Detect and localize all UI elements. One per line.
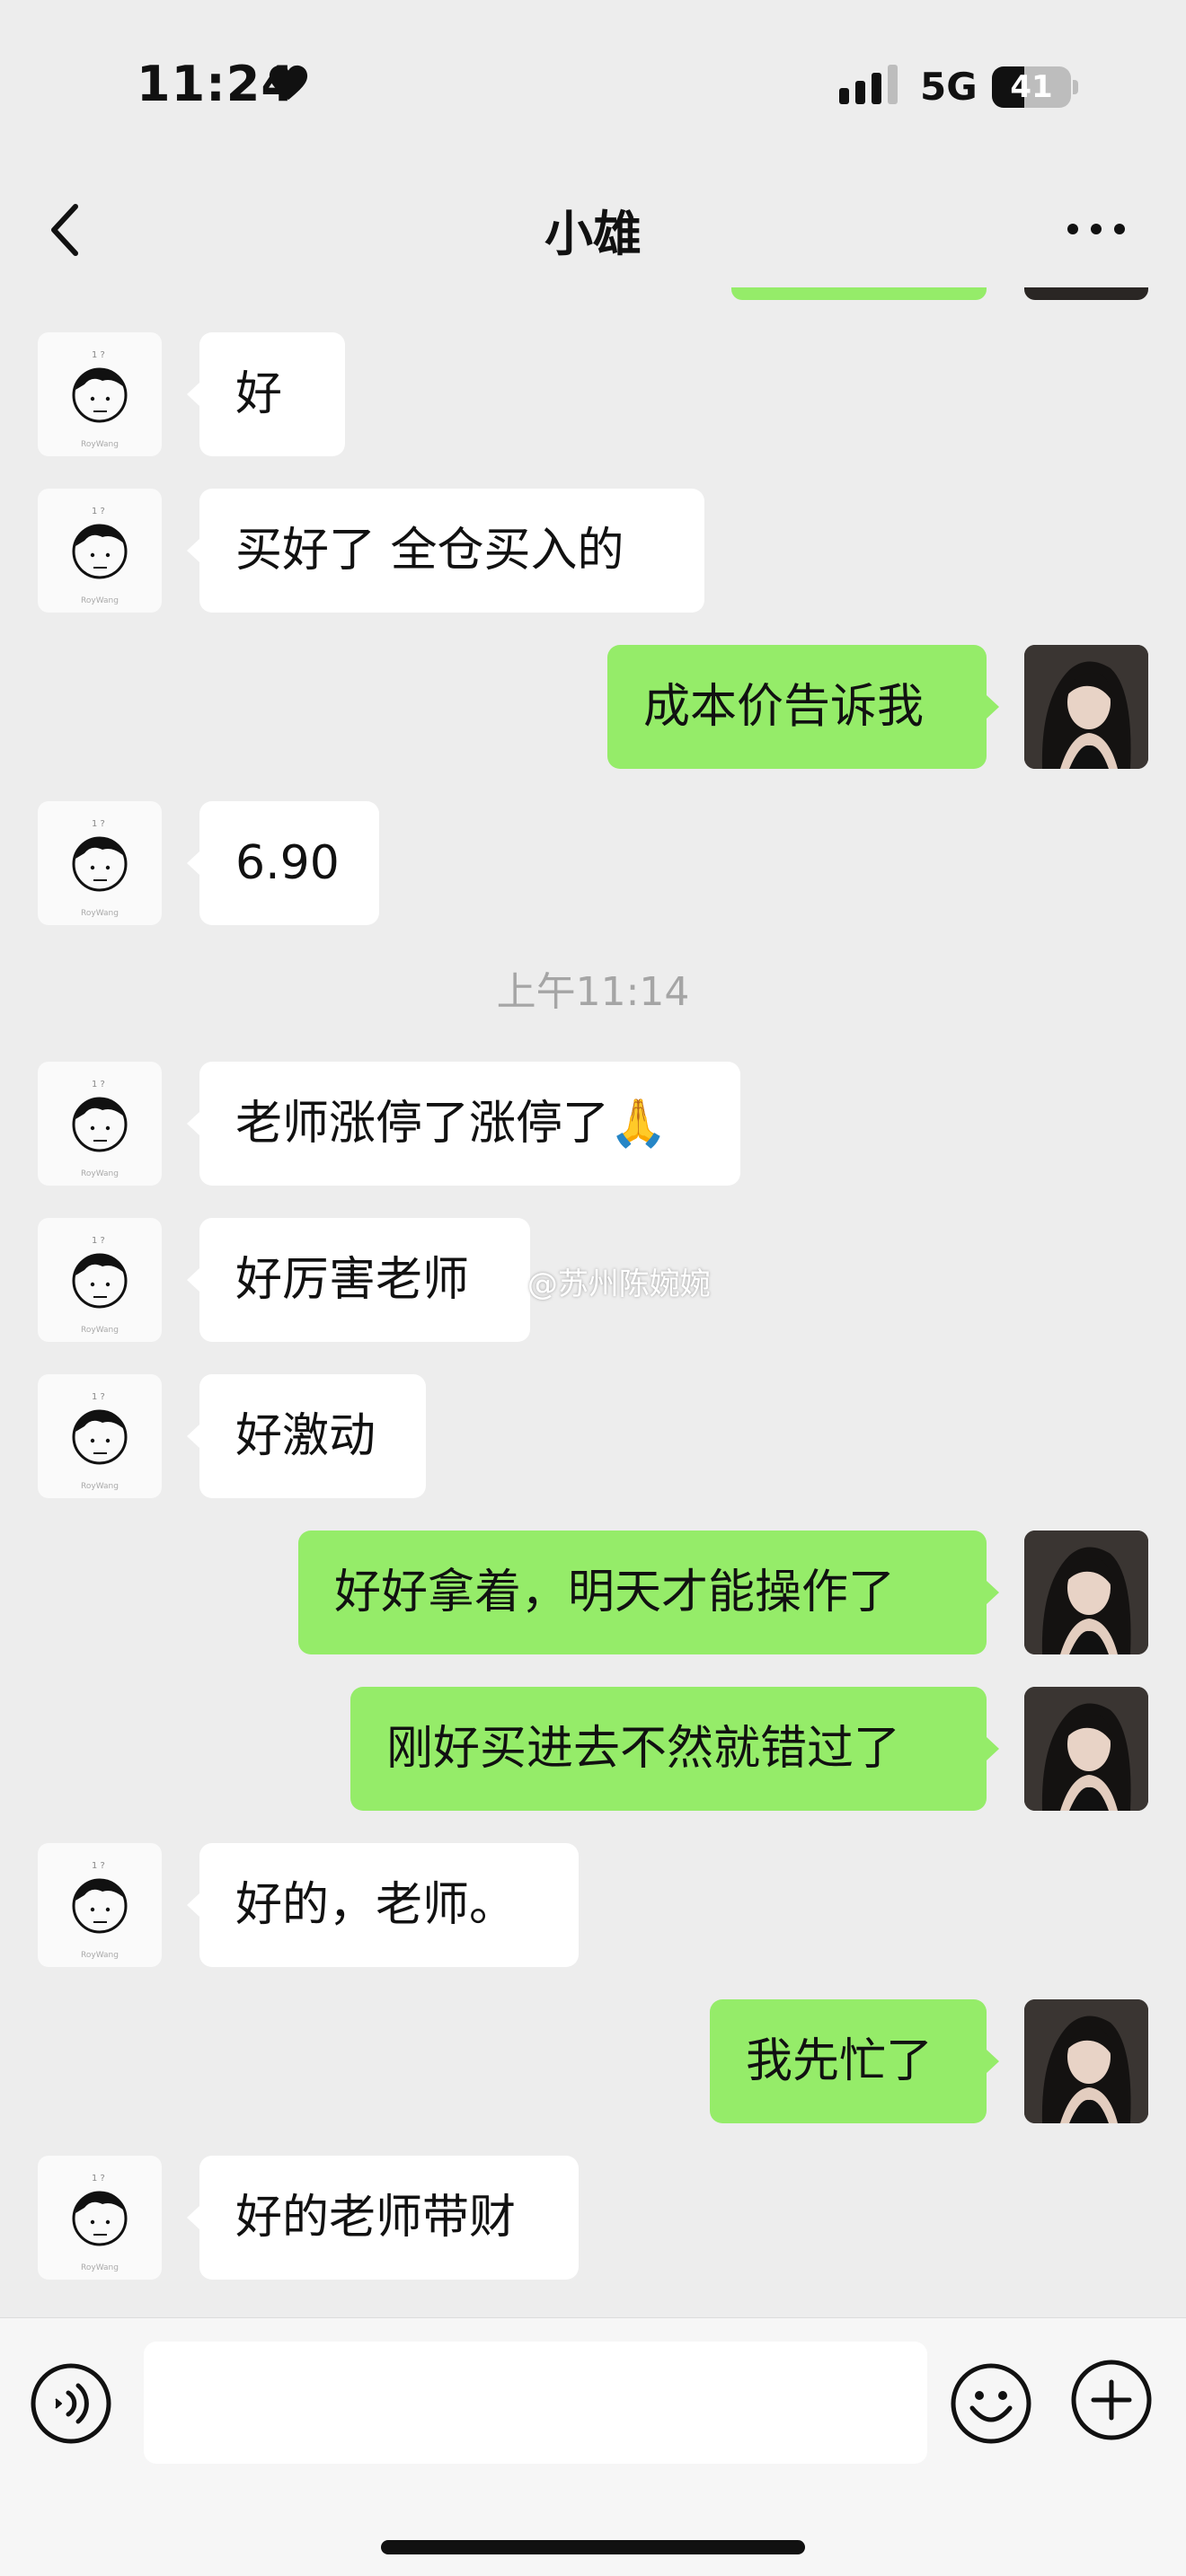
- user-avatar[interactable]: [1024, 645, 1148, 769]
- outgoing-message-row: 好好拿着，明天才能操作了: [0, 1531, 1186, 1654]
- outgoing-message-bubble[interactable]: 成本价告诉我: [607, 645, 999, 769]
- incoming-message-row: 1 ? RoyWang 好的，老师。: [0, 1843, 1186, 1967]
- heart-icon: [269, 65, 308, 101]
- message-timestamp: 上午11:14: [496, 969, 690, 1015]
- incoming-message-row: 1 ? RoyWang 好激动: [0, 1374, 1186, 1498]
- incoming-message-row: 1 ? RoyWang 6.90: [0, 801, 1186, 925]
- outgoing-message-row: 刚好买进去不然就错过了: [0, 1687, 1186, 1811]
- signal-icon: [839, 65, 898, 104]
- more-dots-icon[interactable]: [1060, 207, 1132, 251]
- contact-avatar[interactable]: 1 ? RoyWang: [38, 1218, 162, 1342]
- contact-avatar[interactable]: 1 ? RoyWang: [38, 1843, 162, 1967]
- svg-text:1 ?: 1 ?: [92, 507, 105, 516]
- incoming-message-bubble[interactable]: 老师涨停了涨停了🙏: [187, 1062, 740, 1186]
- svg-text:1 ?: 1 ?: [92, 1861, 105, 1871]
- contact-avatar[interactable]: 1 ? RoyWang: [38, 2156, 162, 2280]
- incoming-message-bubble[interactable]: 买好了 全仓买入的: [187, 489, 704, 613]
- input-bar: [0, 2317, 1186, 2576]
- outgoing-message-row: 成本价告诉我: [0, 645, 1186, 769]
- avatar-partial: [1024, 287, 1148, 300]
- outgoing-message-bubble[interactable]: 我先忙了: [710, 1999, 999, 2123]
- avatar-caption: RoyWang: [81, 1482, 119, 1491]
- incoming-message-bubble[interactable]: 6.90: [187, 801, 379, 925]
- contact-avatar[interactable]: 1 ? RoyWang: [38, 489, 162, 613]
- incoming-message-row: 1 ? RoyWang 好: [0, 332, 1186, 456]
- plus-icon[interactable]: [1069, 2358, 1154, 2442]
- incoming-message-bubble[interactable]: 好的老师带财: [187, 2156, 579, 2280]
- network-type: 5G: [920, 65, 978, 109]
- contact-avatar[interactable]: 1 ? RoyWang: [38, 1374, 162, 1498]
- incoming-message-row: 1 ? RoyWang 买好了 全仓买入的: [0, 489, 1186, 613]
- avatar-caption: RoyWang: [81, 2263, 119, 2272]
- weibo-icon: [474, 1266, 515, 1298]
- incoming-message-bubble[interactable]: 好激动: [187, 1374, 426, 1498]
- emoji-icon[interactable]: [949, 2361, 1033, 2446]
- battery-icon: 41: [992, 66, 1078, 108]
- watermark: @苏州陈婉婉: [473, 1259, 711, 1313]
- contact-avatar[interactable]: 1 ? RoyWang: [38, 1062, 162, 1186]
- incoming-message-bubble[interactable]: 好: [187, 332, 345, 456]
- avatar-caption: RoyWang: [81, 1326, 119, 1335]
- avatar-caption: RoyWang: [81, 596, 119, 605]
- user-avatar[interactable]: [1024, 1531, 1148, 1654]
- chat-title: 小雄: [544, 206, 642, 262]
- incoming-message-bubble[interactable]: 好的，老师。: [187, 1843, 579, 1967]
- svg-text:1 ?: 1 ?: [92, 1236, 105, 1246]
- user-avatar[interactable]: [1024, 1999, 1148, 2123]
- svg-text:1 ?: 1 ?: [92, 819, 105, 829]
- avatar-caption: RoyWang: [81, 909, 119, 918]
- outgoing-message-row: 我先忙了: [0, 1999, 1186, 2123]
- home-indicator[interactable]: [381, 2540, 805, 2554]
- incoming-message-row: 1 ? RoyWang 老师涨停了涨停了🙏: [0, 1062, 1186, 1186]
- contact-avatar[interactable]: 1 ? RoyWang: [38, 332, 162, 456]
- chat-header: 小雄: [0, 171, 1186, 287]
- status-bar: 11:24 5G 41: [0, 0, 1186, 171]
- outgoing-message-bubble[interactable]: 刚好买进去不然就错过了: [350, 1687, 999, 1811]
- contact-avatar[interactable]: 1 ? RoyWang: [38, 801, 162, 925]
- svg-text:1 ?: 1 ?: [92, 1080, 105, 1090]
- voice-icon[interactable]: [29, 2361, 113, 2446]
- avatar-caption: RoyWang: [81, 1169, 119, 1178]
- message-bubble-partial: [731, 287, 987, 300]
- user-avatar[interactable]: [1024, 1687, 1148, 1811]
- svg-text:1 ?: 1 ?: [92, 1392, 105, 1402]
- avatar-caption: RoyWang: [81, 440, 119, 449]
- svg-text:1 ?: 1 ?: [92, 350, 105, 360]
- battery-percent: 41: [1010, 69, 1053, 105]
- watermark-text: @苏州陈婉婉: [527, 1266, 711, 1302]
- incoming-message-row: 1 ? RoyWang 好的老师带财: [0, 2156, 1186, 2280]
- message-input[interactable]: [144, 2342, 927, 2464]
- avatar-caption: RoyWang: [81, 1951, 119, 1960]
- svg-text:1 ?: 1 ?: [92, 2174, 105, 2183]
- outgoing-message-bubble[interactable]: 好好拿着，明天才能操作了: [298, 1531, 999, 1654]
